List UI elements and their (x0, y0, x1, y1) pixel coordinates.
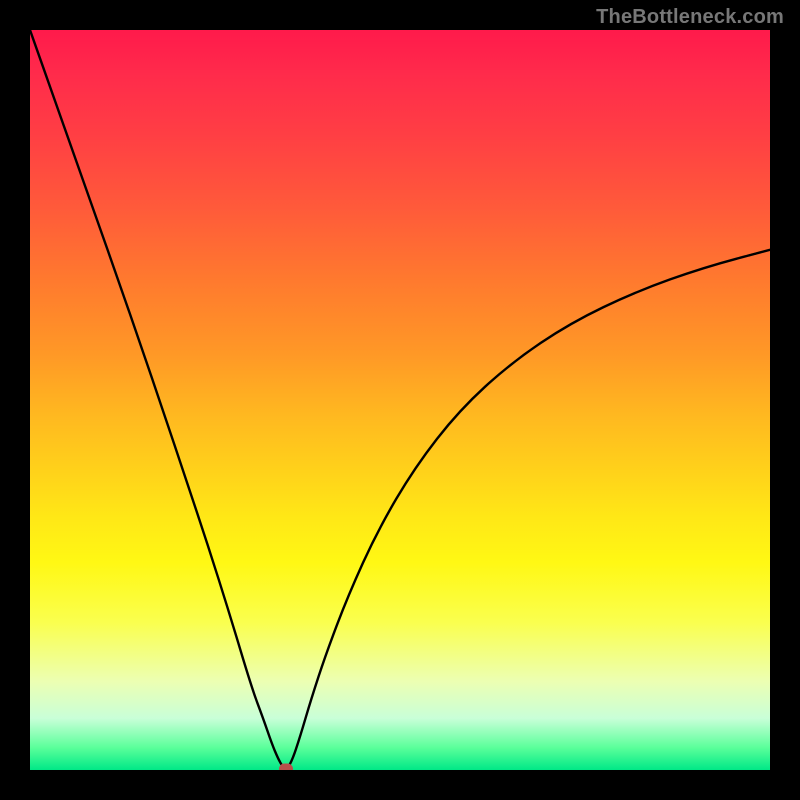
plot-area (30, 30, 770, 770)
watermark-text: TheBottleneck.com (596, 6, 784, 29)
bottleneck-curve (30, 30, 770, 770)
minimum-marker (279, 764, 293, 771)
chart-container: TheBottleneck.com (0, 0, 800, 800)
